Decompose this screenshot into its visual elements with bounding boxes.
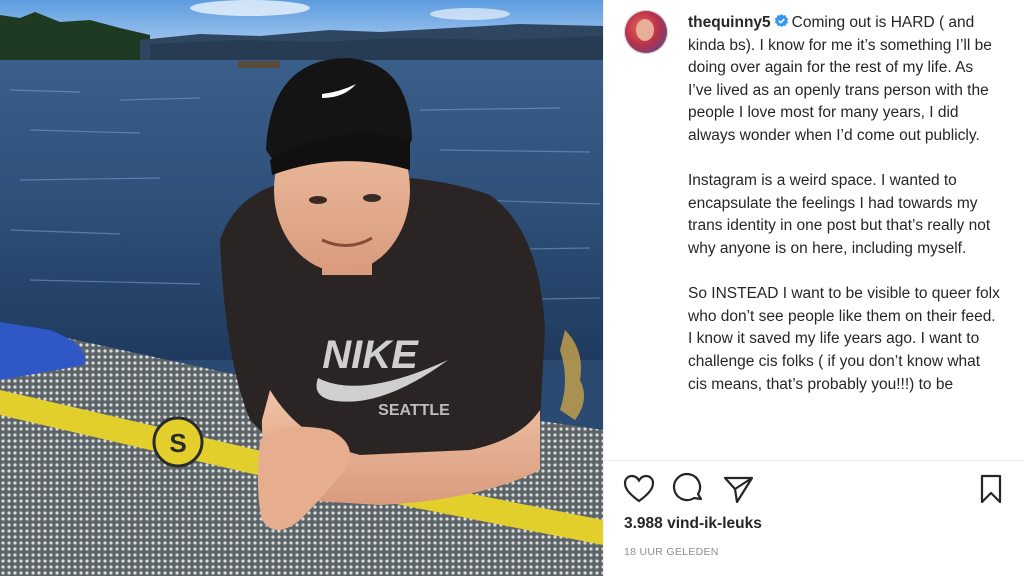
svg-text:S: S — [169, 428, 186, 458]
verified-badge-icon — [774, 14, 788, 28]
instagram-post: S NIKE SEATTLE thequinny5 Coming out is … — [0, 0, 1024, 576]
avatar-face — [636, 19, 654, 41]
post-timestamp[interactable]: 18 UUR GELEDEN — [624, 546, 719, 558]
action-bar — [604, 468, 1024, 508]
shirt-city-text: SEATTLE — [378, 402, 450, 419]
bookmark-icon[interactable] — [974, 472, 1008, 506]
username-link[interactable]: thequinny5 — [688, 14, 771, 31]
post-photo-image: S NIKE SEATTLE — [0, 0, 603, 576]
post-caption: thequinny5 Coming out is HARD ( and kinda… — [688, 12, 1000, 396]
shirt-brand-text: NIKE — [322, 333, 419, 377]
divider — [604, 460, 1024, 461]
post-photo[interactable]: S NIKE SEATTLE — [0, 0, 603, 576]
share-icon[interactable] — [721, 472, 755, 506]
comment-icon[interactable] — [672, 472, 706, 506]
avatar[interactable] — [624, 10, 668, 54]
heart-icon[interactable] — [622, 472, 656, 506]
caption-text: Coming out is HARD ( and kinda bs). I kn… — [688, 14, 1000, 393]
post-side-panel: thequinny5 Coming out is HARD ( and kinda… — [603, 0, 1024, 576]
caption-scroll-area[interactable]: thequinny5 Coming out is HARD ( and kinda… — [604, 0, 1024, 460]
likes-count[interactable]: 3.988 vind-ik-leuks — [624, 515, 762, 533]
